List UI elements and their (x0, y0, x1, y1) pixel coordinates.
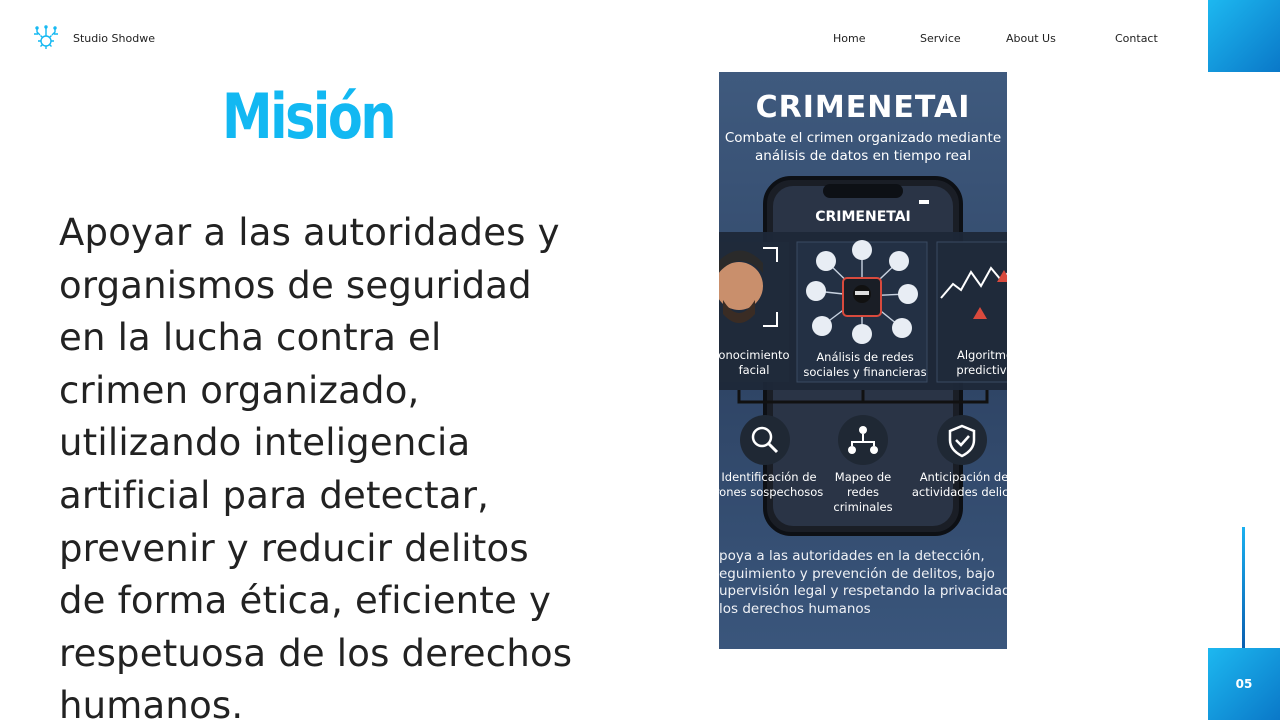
infographic-subtitle-line: análisis de datos en tiempo real (755, 148, 971, 164)
nav-about-us[interactable]: About Us (1006, 32, 1056, 45)
infographic-image: CRIMENETAI Combate el crimen organizado … (719, 72, 1007, 649)
caption-line: facial (738, 363, 770, 377)
caption-line: predictivo (956, 363, 1007, 377)
corner-decoration-top (1208, 0, 1280, 72)
feature-caption: Mapeo de redes criminales (813, 470, 913, 515)
caption-line: sociales y financieras (803, 365, 927, 379)
caption-line: redes (847, 485, 879, 499)
infographic-title: CRIMENETAI (755, 90, 971, 125)
caption-line: Mapeo de (834, 470, 892, 484)
slide-body-text: Apoyar a las autoridades y organismos de… (59, 211, 573, 720)
footer-line: eguimiento y prevención de delitos, bajo (719, 565, 995, 582)
phone-app-title: CRIMENETAI (815, 209, 911, 225)
feature-caption: Anticipación de actividades delicti (899, 470, 1007, 500)
accent-line (1242, 527, 1245, 648)
nav-contact[interactable]: Contact (1115, 32, 1158, 45)
caption-line: Anticipación de (919, 470, 1007, 484)
infographic-subtitle: Combate el crimen organizado mediante an… (719, 129, 1007, 165)
feature-icons (740, 415, 987, 465)
brand-name: Studio Shodwe (73, 32, 155, 45)
card-caption: Algoritmo predictivo (945, 348, 1007, 378)
circuit-gear-icon (34, 25, 58, 49)
nav-service[interactable]: Service (920, 32, 961, 45)
infographic-subtitle-line: Combate el crimen organizado mediante (724, 130, 1002, 146)
slide-title: Misión (222, 80, 397, 153)
caption-line: actividades delicti (911, 485, 1007, 499)
card-caption: onocimiento facial (719, 348, 799, 378)
card-caption: Análisis de redes sociales y financieras (797, 350, 933, 380)
caption-line: criminales (833, 500, 893, 514)
caption-line: Algoritmo (956, 348, 1007, 362)
caption-line: onocimiento (719, 348, 790, 362)
nav-home[interactable]: Home (833, 32, 865, 45)
footer-line: poya a las autoridades en la detección, (719, 548, 985, 564)
page-number: 05 (1235, 677, 1253, 691)
footer-line: los derechos humanos (719, 600, 871, 617)
caption-line: Análisis de redes (816, 350, 914, 364)
infographic-footer-text: poya a las autoridades en la detección, … (719, 548, 1007, 618)
footer-line: upervisión legal y respetando la privaci… (719, 583, 1007, 599)
